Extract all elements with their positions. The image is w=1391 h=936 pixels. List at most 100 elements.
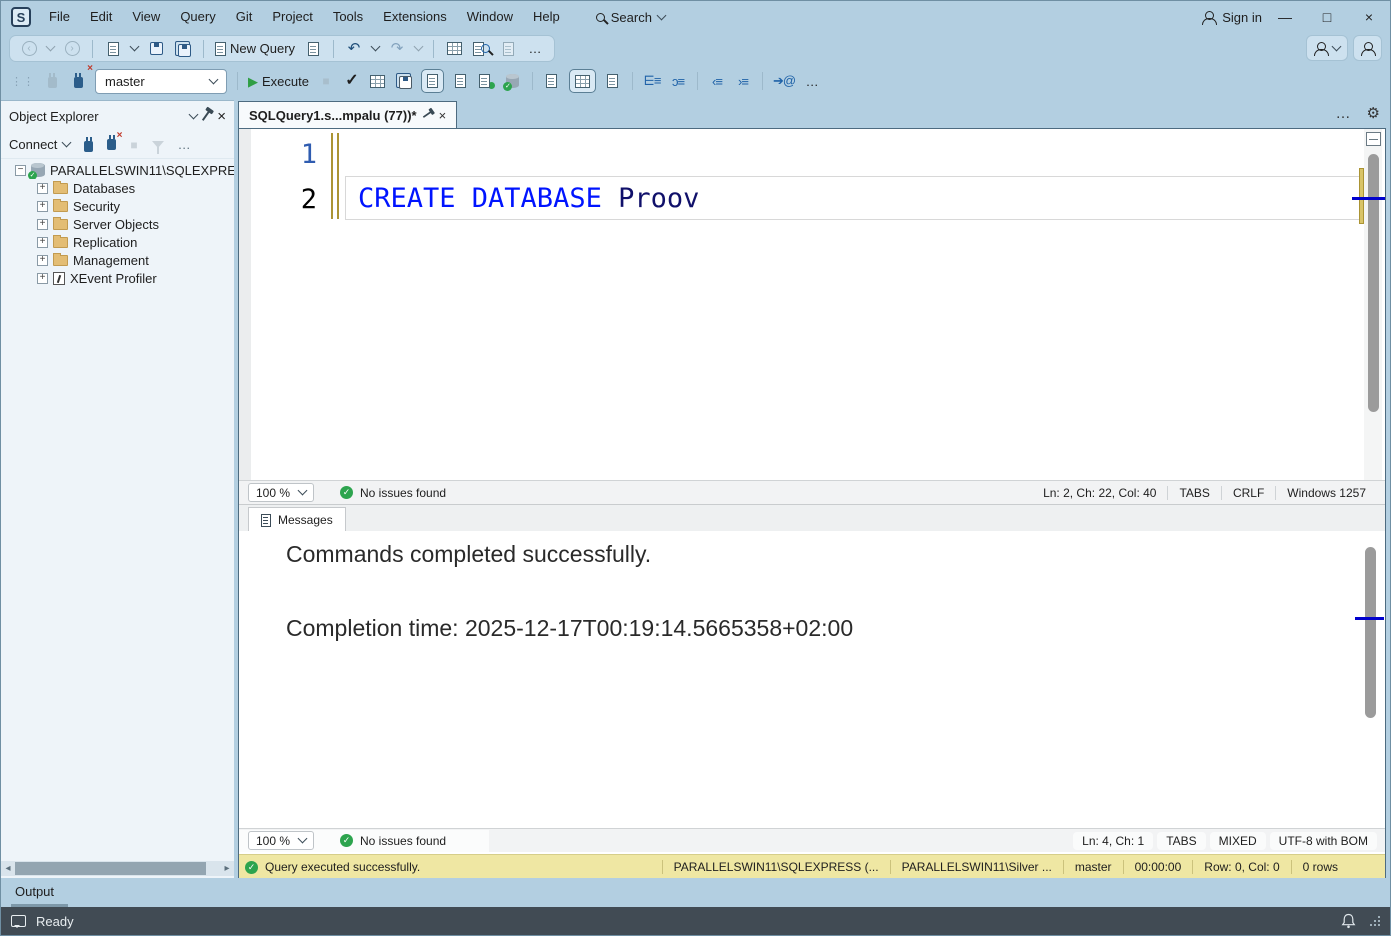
connect-button[interactable] (43, 69, 61, 93)
resize-grip[interactable] (1370, 916, 1380, 926)
menu-project[interactable]: Project (262, 1, 322, 33)
maximize-button[interactable]: □ (1306, 1, 1348, 33)
encoding-label[interactable]: Windows 1257 (1275, 486, 1377, 500)
expand-icon[interactable]: + (37, 201, 48, 212)
tab-overflow-button[interactable]: … (1336, 105, 1351, 122)
menu-window[interactable]: Window (457, 1, 523, 33)
expand-icon[interactable]: + (37, 219, 48, 230)
close-button[interactable]: × (1348, 1, 1390, 33)
new-query-button[interactable]: New Query (215, 37, 295, 61)
tree-node-management[interactable]: + Management (1, 251, 234, 269)
messages-eol-label[interactable]: MIXED (1210, 832, 1266, 850)
results-to-grid-button[interactable] (569, 69, 596, 93)
tab-close-icon[interactable]: × (439, 108, 447, 123)
messages-zoom-dropdown[interactable]: 100 % (248, 831, 314, 850)
template-parameters-button[interactable]: ➔@ (773, 69, 795, 93)
expand-icon[interactable]: + (37, 255, 48, 266)
editor-zoom-dropdown[interactable]: 100 % (248, 483, 314, 502)
editor-scroll-thumb[interactable] (1368, 154, 1379, 412)
save-button[interactable] (147, 37, 165, 61)
messages-pane[interactable]: Commands completed successfully. Complet… (239, 531, 1385, 828)
database-dropdown[interactable]: master (95, 69, 227, 94)
oe-disconnect-button[interactable]: × (107, 136, 116, 153)
navigate-back-button[interactable]: ‹ (20, 37, 38, 61)
settings-gear-icon[interactable]: ⚙ (1367, 104, 1380, 122)
results-to-text-button[interactable] (543, 69, 561, 93)
tree-node-server[interactable]: − PARALLELSWIN11\SQLEXPRESS (SQ (1, 161, 234, 179)
tab-pin-icon[interactable] (422, 111, 432, 120)
window-position-chevron[interactable] (189, 109, 199, 119)
search-control[interactable]: Search (596, 10, 665, 25)
menu-tools[interactable]: Tools (323, 1, 373, 33)
line-ending-label[interactable]: CRLF (1221, 486, 1275, 500)
tree-node-replication[interactable]: + Replication (1, 233, 234, 251)
caret-position-label[interactable]: Ln: 2, Ch: 22, Col: 40 (1032, 486, 1167, 500)
change-connection-button[interactable]: × (69, 69, 87, 93)
sign-in-button[interactable]: Sign in (1202, 1, 1262, 33)
undo-button[interactable]: ↶ (345, 37, 363, 61)
connect-dropdown[interactable]: Connect (9, 137, 70, 152)
accounts-button[interactable] (1306, 35, 1348, 61)
parse-button[interactable]: ✓ (343, 69, 361, 93)
scroll-left-icon[interactable]: ◂ (1, 861, 15, 876)
expand-icon[interactable]: + (37, 237, 48, 248)
sql-statement-line[interactable]: CREATE DATABASE Proov (345, 176, 1361, 220)
selection-mode-button[interactable] (445, 37, 463, 61)
save-all-button[interactable] (174, 37, 192, 61)
navigate-back-chevron[interactable] (46, 42, 56, 52)
user-settings-button[interactable] (1353, 35, 1382, 61)
estimated-plan-button[interactable] (369, 69, 387, 93)
sql-editor[interactable]: 1 2 CREATE DATABASE Proov (239, 129, 1385, 480)
new-file-chevron[interactable] (130, 42, 140, 52)
messages-encoding-label[interactable]: UTF-8 with BOM (1270, 832, 1377, 850)
oe-filter-icon[interactable] (152, 141, 164, 148)
split-editor-button[interactable] (1366, 132, 1381, 146)
increase-indent-button[interactable]: ›≡ (734, 69, 752, 93)
output-tab[interactable]: Output (11, 882, 68, 907)
notifications-bell-icon[interactable] (1341, 913, 1356, 929)
uncomment-lines-button[interactable]: ↄ≡ (669, 69, 687, 93)
menu-help[interactable]: Help (523, 1, 570, 33)
database-reports-button[interactable] (504, 69, 522, 93)
find-in-files-button[interactable] (472, 37, 490, 61)
tree-node-databases[interactable]: + Databases (1, 179, 234, 197)
expand-icon[interactable]: + (37, 183, 48, 194)
oe-connect-icon[interactable] (84, 141, 93, 152)
results-to-file-button[interactable] (604, 69, 622, 93)
new-file-button[interactable] (104, 37, 122, 61)
query-document-tab[interactable]: SQLQuery1.s...mpalu (77))* × (238, 101, 457, 128)
tree-node-xevent-profiler[interactable]: + XEvent Profiler (1, 269, 234, 287)
menu-file[interactable]: File (39, 1, 80, 33)
object-explorer-hscrollbar[interactable]: ◂ ▸ (1, 861, 234, 876)
live-query-stats-button[interactable] (452, 69, 470, 93)
feedback-icon[interactable] (11, 915, 26, 927)
cancel-executing-button[interactable]: ■ (317, 69, 335, 93)
navigate-forward-button[interactable]: › (63, 37, 81, 61)
messages-tab[interactable]: Messages (248, 507, 346, 532)
redo-chevron[interactable] (414, 42, 424, 52)
new-database-query-button[interactable] (304, 37, 322, 61)
close-panel-button[interactable]: × (217, 108, 226, 125)
hscroll-track[interactable] (15, 861, 220, 876)
execute-button[interactable]: ▶ Execute (248, 69, 309, 93)
pin-icon[interactable] (202, 110, 212, 122)
redo-button[interactable]: ↷ (388, 37, 406, 61)
tree-node-server-objects[interactable]: + Server Objects (1, 215, 234, 233)
properties-window-button[interactable] (499, 37, 517, 61)
tree-node-security[interactable]: + Security (1, 197, 234, 215)
minimize-button[interactable]: — (1264, 1, 1306, 33)
menu-query[interactable]: Query (170, 1, 225, 33)
toolbar-overflow-button[interactable]: … (526, 37, 544, 61)
expand-icon[interactable]: + (37, 273, 48, 284)
messages-scroll-thumb[interactable] (1365, 547, 1376, 718)
hscroll-thumb[interactable] (15, 862, 206, 875)
query-options-button[interactable] (395, 69, 413, 93)
menu-view[interactable]: View (122, 1, 170, 33)
oe-overflow-button[interactable]: … (178, 137, 191, 152)
messages-caret-label[interactable]: Ln: 4, Ch: 1 (1073, 832, 1153, 850)
client-statistics-button[interactable] (478, 69, 496, 93)
scroll-right-icon[interactable]: ▸ (220, 861, 234, 876)
messages-indent-label[interactable]: TABS (1157, 832, 1205, 850)
decrease-indent-button[interactable]: ‹≡ (708, 69, 726, 93)
menu-git[interactable]: Git (226, 1, 263, 33)
